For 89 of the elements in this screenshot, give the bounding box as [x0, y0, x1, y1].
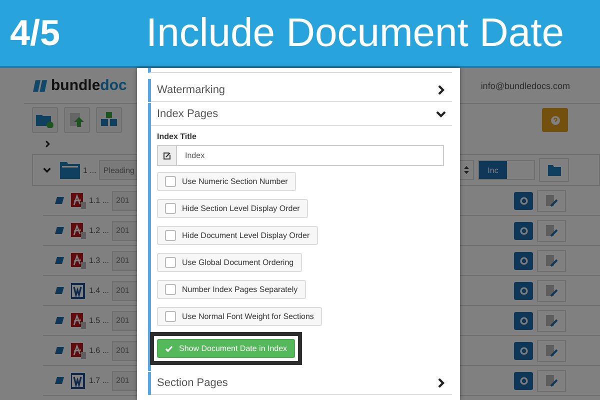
- word-file-icon: [71, 372, 86, 388]
- document-pencil-icon: [546, 374, 558, 386]
- logo-text: doc: [100, 77, 127, 94]
- option-toggle-button[interactable]: Number Index Pages Separately: [157, 280, 306, 299]
- book-icon[interactable]: [55, 196, 64, 204]
- book-icon[interactable]: [55, 256, 64, 264]
- circle-button[interactable]: [514, 282, 533, 300]
- logo-text: bundle: [51, 77, 100, 94]
- document-pencil-icon: [546, 194, 558, 206]
- field-label: Index Title: [157, 132, 198, 142]
- folder-plus-icon: [36, 112, 54, 128]
- document-number: 1.4 ...: [89, 286, 110, 295]
- word-file-icon: [71, 282, 86, 298]
- pdf-file-icon: [71, 312, 86, 328]
- folder-icon: [548, 164, 560, 176]
- book-icon[interactable]: [55, 316, 64, 324]
- book-icon[interactable]: [55, 346, 64, 354]
- book-icon[interactable]: [55, 286, 64, 294]
- folder-number: 1 ...: [83, 166, 96, 174]
- chevron-down-icon: [436, 109, 446, 119]
- document-number: 1.5 ...: [89, 316, 110, 325]
- edit-icon: [163, 152, 171, 160]
- document-pencil-icon: [546, 284, 558, 296]
- book-icon[interactable]: [55, 376, 64, 384]
- checkbox[interactable]: [165, 284, 176, 295]
- question-icon: [550, 116, 560, 124]
- circle-button[interactable]: [514, 222, 533, 240]
- checkbox[interactable]: [165, 230, 176, 241]
- circle-button[interactable]: [514, 372, 533, 390]
- document-pencil-icon: [546, 344, 558, 356]
- option-toggle-button[interactable]: Use Normal Font Weight for Sections: [157, 307, 322, 326]
- edit-button[interactable]: [537, 220, 566, 242]
- edit-button[interactable]: [537, 280, 566, 302]
- document-number: 1.2 ...: [89, 226, 110, 235]
- edit-button[interactable]: [537, 190, 566, 212]
- cubes-button[interactable]: [96, 107, 122, 133]
- circle-button[interactable]: [514, 312, 533, 330]
- option-toggle-button[interactable]: Hide Document Level Display Order: [157, 226, 318, 245]
- checkbox[interactable]: [165, 311, 176, 322]
- circle-icon: [520, 376, 528, 384]
- pdf-file-icon: [71, 342, 86, 358]
- document-pencil-icon: [546, 254, 558, 266]
- circle-icon: [520, 196, 528, 204]
- edit-addon[interactable]: [157, 145, 177, 166]
- book-icon[interactable]: [55, 226, 64, 234]
- document-pencil-icon: [546, 224, 558, 236]
- circle-button[interactable]: [514, 192, 533, 210]
- document-number: 1.6 ...: [89, 346, 110, 355]
- upload-icon: [69, 112, 85, 128]
- help-button[interactable]: [542, 108, 568, 132]
- index-title-field[interactable]: Index: [177, 145, 444, 166]
- edit-button[interactable]: [537, 310, 566, 332]
- checkbox[interactable]: [165, 203, 176, 214]
- circle-icon: [520, 286, 528, 294]
- edit-button[interactable]: [537, 250, 566, 272]
- document-number: 1.1 ...: [89, 196, 110, 205]
- chevron-right-icon[interactable]: [44, 140, 51, 148]
- circle-icon: [520, 346, 528, 354]
- document-number: 1.7 ...: [89, 376, 110, 385]
- option-toggle-button[interactable]: Hide Section Level Display Order: [157, 199, 308, 218]
- cubes-icon: [100, 112, 118, 128]
- user-email[interactable]: info@bundledocs.com: [480, 80, 570, 90]
- chevron-right-icon: [436, 378, 446, 388]
- circle-button[interactable]: [514, 252, 533, 270]
- document-pencil-icon: [546, 314, 558, 326]
- pdf-file-icon: [71, 252, 86, 268]
- edit-button[interactable]: [537, 340, 566, 362]
- circle-icon: [520, 256, 528, 264]
- new-folder-button[interactable]: [32, 107, 58, 133]
- option-toggle-button[interactable]: Use Global Document Ordering: [157, 253, 302, 272]
- folder-button[interactable]: [539, 158, 569, 182]
- circle-button[interactable]: [514, 342, 533, 360]
- document-number: 1.3 ...: [89, 256, 110, 265]
- folder-icon: [60, 161, 80, 179]
- step-counter: 4/5: [10, 12, 62, 54]
- edit-button[interactable]: [537, 370, 566, 392]
- chevron-right-icon: [436, 85, 446, 95]
- option-toggle-button[interactable]: Use Numeric Section Number: [157, 172, 296, 191]
- check-icon: [165, 344, 173, 352]
- chevron-down-icon[interactable]: [43, 166, 51, 174]
- circle-icon: [520, 316, 528, 324]
- checkbox[interactable]: [165, 176, 176, 187]
- circle-icon: [520, 226, 528, 234]
- checkbox[interactable]: [165, 257, 176, 268]
- upload-button[interactable]: [64, 107, 90, 133]
- banner-title: Include Document Date: [146, 10, 564, 56]
- logo-icon: [33, 80, 48, 92]
- pdf-file-icon: [71, 222, 86, 238]
- pdf-file-icon: [71, 192, 86, 208]
